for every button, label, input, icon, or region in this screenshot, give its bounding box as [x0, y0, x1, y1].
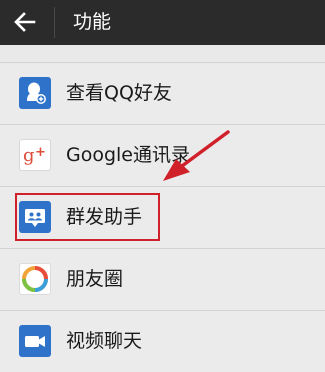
highlight-box: [15, 193, 160, 241]
qq-friend-icon: [19, 77, 51, 109]
menu-item-label: Google通讯录: [66, 144, 191, 166]
moments-icon: [19, 263, 51, 295]
svg-text:+: +: [35, 145, 46, 160]
page-title: 功能: [73, 11, 112, 33]
menu-item-label: 视频聊天: [66, 330, 143, 352]
menu-item-label: 朋友圈: [66, 268, 124, 290]
list-top-spacer: [0, 45, 325, 62]
arrow-left-icon[interactable]: [12, 9, 38, 35]
app-bar: 功能: [0, 0, 325, 45]
app-bar-divider: [54, 7, 55, 38]
video-chat-icon: [19, 325, 51, 357]
menu-item-video-chat[interactable]: 视频聊天: [0, 310, 325, 372]
menu-item-moments[interactable]: 朋友圈: [0, 248, 325, 310]
menu-item-view-qq-friends[interactable]: 查看QQ好友: [0, 62, 325, 124]
menu-item-google-contacts[interactable]: g + Google通讯录: [0, 124, 325, 186]
svg-text:g: g: [23, 145, 35, 166]
google-plus-icon: g +: [19, 139, 51, 171]
menu-item-label: 查看QQ好友: [66, 82, 172, 104]
